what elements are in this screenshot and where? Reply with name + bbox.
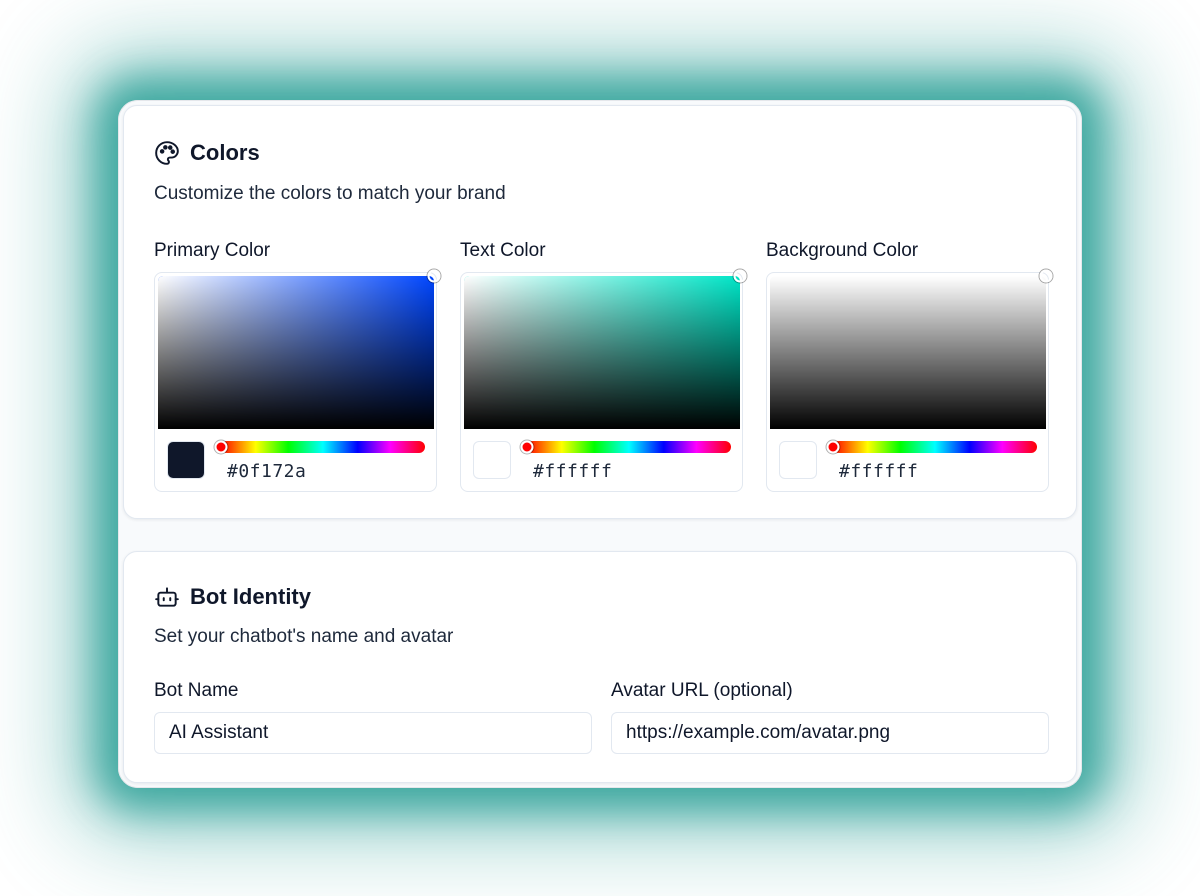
bot-name-group: Bot Name xyxy=(154,680,592,754)
background-color-swatch xyxy=(779,441,817,479)
identity-header: Bot Identity xyxy=(154,584,311,610)
text-color-picker-group: Text Color #ffffff xyxy=(460,240,747,492)
identity-title: Bot Identity xyxy=(190,584,311,609)
primary-hue-slider[interactable] xyxy=(214,440,425,454)
background-saturation-area[interactable] xyxy=(770,269,1053,429)
palette-icon xyxy=(155,141,179,165)
colors-header: Colors xyxy=(154,140,260,166)
colors-title: Colors xyxy=(190,140,260,165)
avatar-url-input[interactable] xyxy=(611,712,1049,754)
text-saturation-handle[interactable] xyxy=(733,269,747,283)
text-hue-handle[interactable] xyxy=(520,440,534,454)
bot-identity-card: Bot Identity Set your chatbot's name and… xyxy=(123,551,1077,783)
bot-name-input[interactable] xyxy=(154,712,592,754)
background-hue-handle[interactable] xyxy=(826,440,840,454)
background-color-label: Background Color xyxy=(766,240,919,261)
background-color-picker: #ffffff xyxy=(766,269,1053,492)
colors-subtitle: Customize the colors to match your brand xyxy=(154,183,506,204)
primary-saturation-area[interactable] xyxy=(158,269,441,429)
text-saturation-area[interactable] xyxy=(464,269,747,429)
bot-name-label: Bot Name xyxy=(154,680,239,701)
primary-color-swatch xyxy=(167,441,205,479)
settings-panel: Colors Customize the colors to match you… xyxy=(118,100,1082,788)
primary-color-picker-group: Primary Color #0f172a xyxy=(154,240,441,492)
avatar-url-group: Avatar URL (optional) xyxy=(611,680,1049,754)
primary-saturation-handle[interactable] xyxy=(427,269,441,283)
background-hex-value[interactable]: #ffffff xyxy=(839,461,918,482)
colors-card: Colors Customize the colors to match you… xyxy=(123,105,1077,519)
text-color-picker: #ffffff xyxy=(460,269,747,492)
text-hex-value[interactable]: #ffffff xyxy=(533,461,612,482)
primary-color-label: Primary Color xyxy=(154,240,271,261)
text-hue-slider[interactable] xyxy=(520,440,731,454)
bot-icon xyxy=(155,587,179,607)
background-hue-slider[interactable] xyxy=(826,440,1037,454)
background-saturation-handle[interactable] xyxy=(1039,269,1053,283)
identity-subtitle: Set your chatbot's name and avatar xyxy=(154,626,454,647)
primary-color-picker: #0f172a xyxy=(154,269,441,492)
avatar-url-label: Avatar URL (optional) xyxy=(611,680,793,701)
text-color-label: Text Color xyxy=(460,240,546,261)
primary-hue-handle[interactable] xyxy=(214,440,228,454)
text-color-swatch xyxy=(473,441,511,479)
background-color-picker-group: Background Color #ffffff xyxy=(766,240,1053,492)
primary-hex-value[interactable]: #0f172a xyxy=(227,461,306,482)
